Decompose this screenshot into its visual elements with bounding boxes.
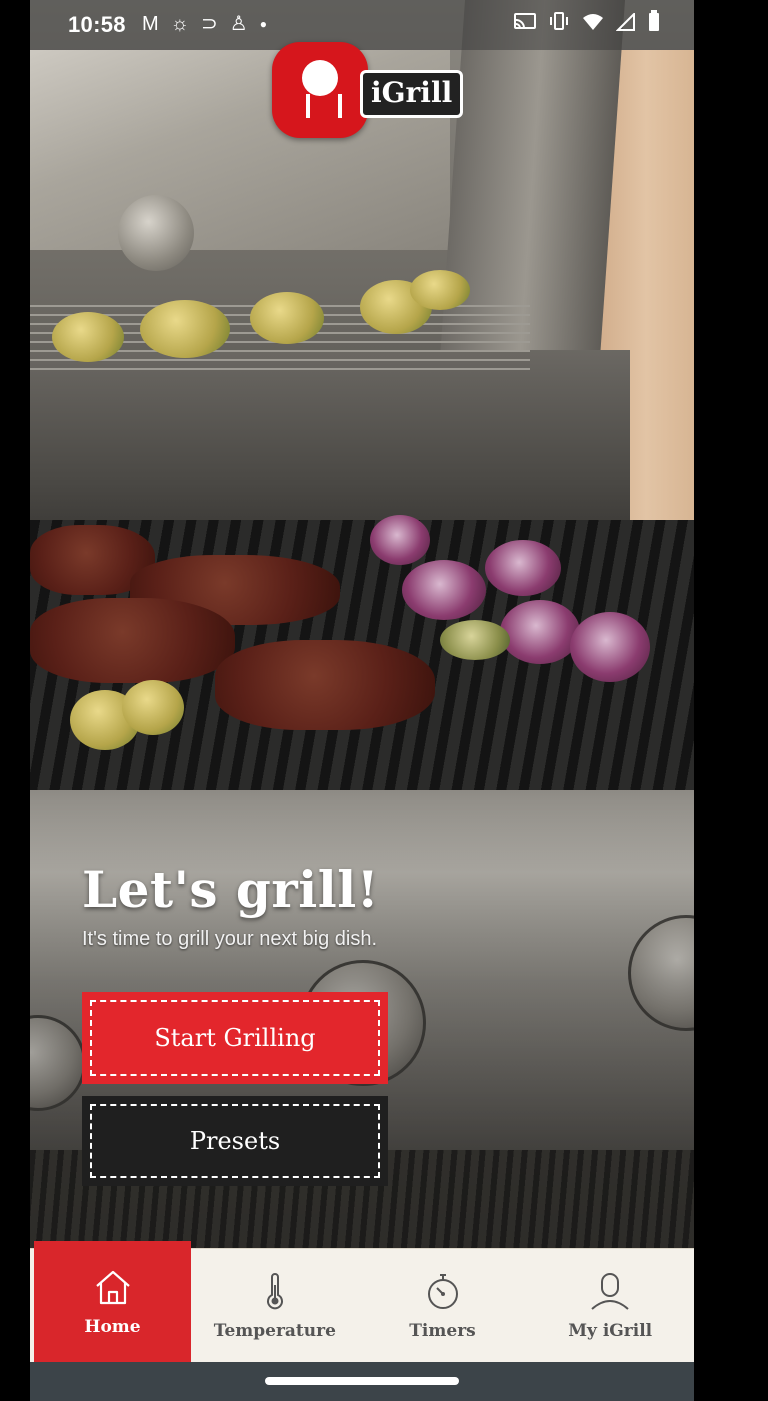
nav-label-my-igrill: My iGrill [568, 1321, 653, 1341]
lid-knob [118, 195, 194, 271]
status-time: 10:58 [68, 12, 126, 37]
presets-button[interactable]: Presets [82, 1096, 388, 1186]
red-onion [485, 540, 561, 596]
wifi-icon [582, 11, 604, 39]
kettle-grill-icon [302, 60, 338, 96]
nav-item-my-igrill[interactable]: My iGrill [526, 1249, 694, 1363]
vibrate-icon [548, 11, 570, 39]
kettle-legs [306, 94, 342, 118]
potato-skewer [250, 292, 324, 344]
home-icon [95, 1270, 130, 1305]
grill-interior [30, 350, 630, 540]
user-icon [591, 1273, 629, 1310]
gmail-icon: M [142, 13, 159, 35]
red-onion [500, 600, 580, 664]
logo-wordmark: iGrill [360, 70, 464, 118]
igrill-logo: iGrill [272, 42, 464, 140]
red-onion [402, 560, 486, 620]
thermometer-icon [266, 1273, 283, 1310]
nav-label-temperature: Temperature [213, 1321, 336, 1341]
cast-icon [514, 11, 536, 39]
stopwatch-icon [427, 1274, 458, 1309]
battery-icon [648, 10, 660, 40]
potato-skewer [140, 300, 230, 358]
weber-badge [272, 42, 368, 138]
potato-skewer [122, 680, 184, 735]
dot-icon: ● [259, 17, 267, 31]
zucchini [440, 620, 510, 660]
nav-label-home: Home [84, 1317, 141, 1337]
system-navigation-bar [30, 1362, 694, 1401]
red-onion [370, 515, 430, 565]
nav-item-timers[interactable]: Timers [359, 1249, 527, 1363]
nav-label-timers: Timers [409, 1321, 476, 1341]
start-grilling-button[interactable]: Start Grilling [82, 992, 388, 1084]
app-screen: 10:58 M ☼ ⊃ ♙ ● iGrill Let's grill! It's… [30, 0, 694, 1401]
start-grilling-label: Start Grilling [154, 1024, 316, 1052]
steak [30, 598, 235, 683]
brightness-icon: ☼ [170, 13, 190, 35]
alert-icon: ♙ [229, 13, 248, 35]
nav-item-home[interactable]: Home [34, 1241, 191, 1363]
steak [215, 640, 435, 730]
presets-label: Presets [189, 1127, 281, 1155]
potato-skewer [52, 312, 124, 362]
notification-icons: M ☼ ⊃ ♙ ● [142, 10, 267, 38]
potato-skewer [410, 270, 470, 310]
hero-title: Let's grill! [82, 860, 380, 919]
nav-item-temperature[interactable]: Temperature [191, 1249, 359, 1363]
sync-icon: ⊃ [201, 13, 218, 35]
system-icons [514, 10, 660, 40]
red-onion [570, 612, 650, 682]
hero-subtitle: It's time to grill your next big dish. [82, 928, 378, 950]
home-gesture-handle[interactable] [265, 1377, 459, 1385]
bottom-navigation: Home Temperature Timers My iGrill [30, 1241, 694, 1363]
signal-icon [615, 11, 636, 39]
